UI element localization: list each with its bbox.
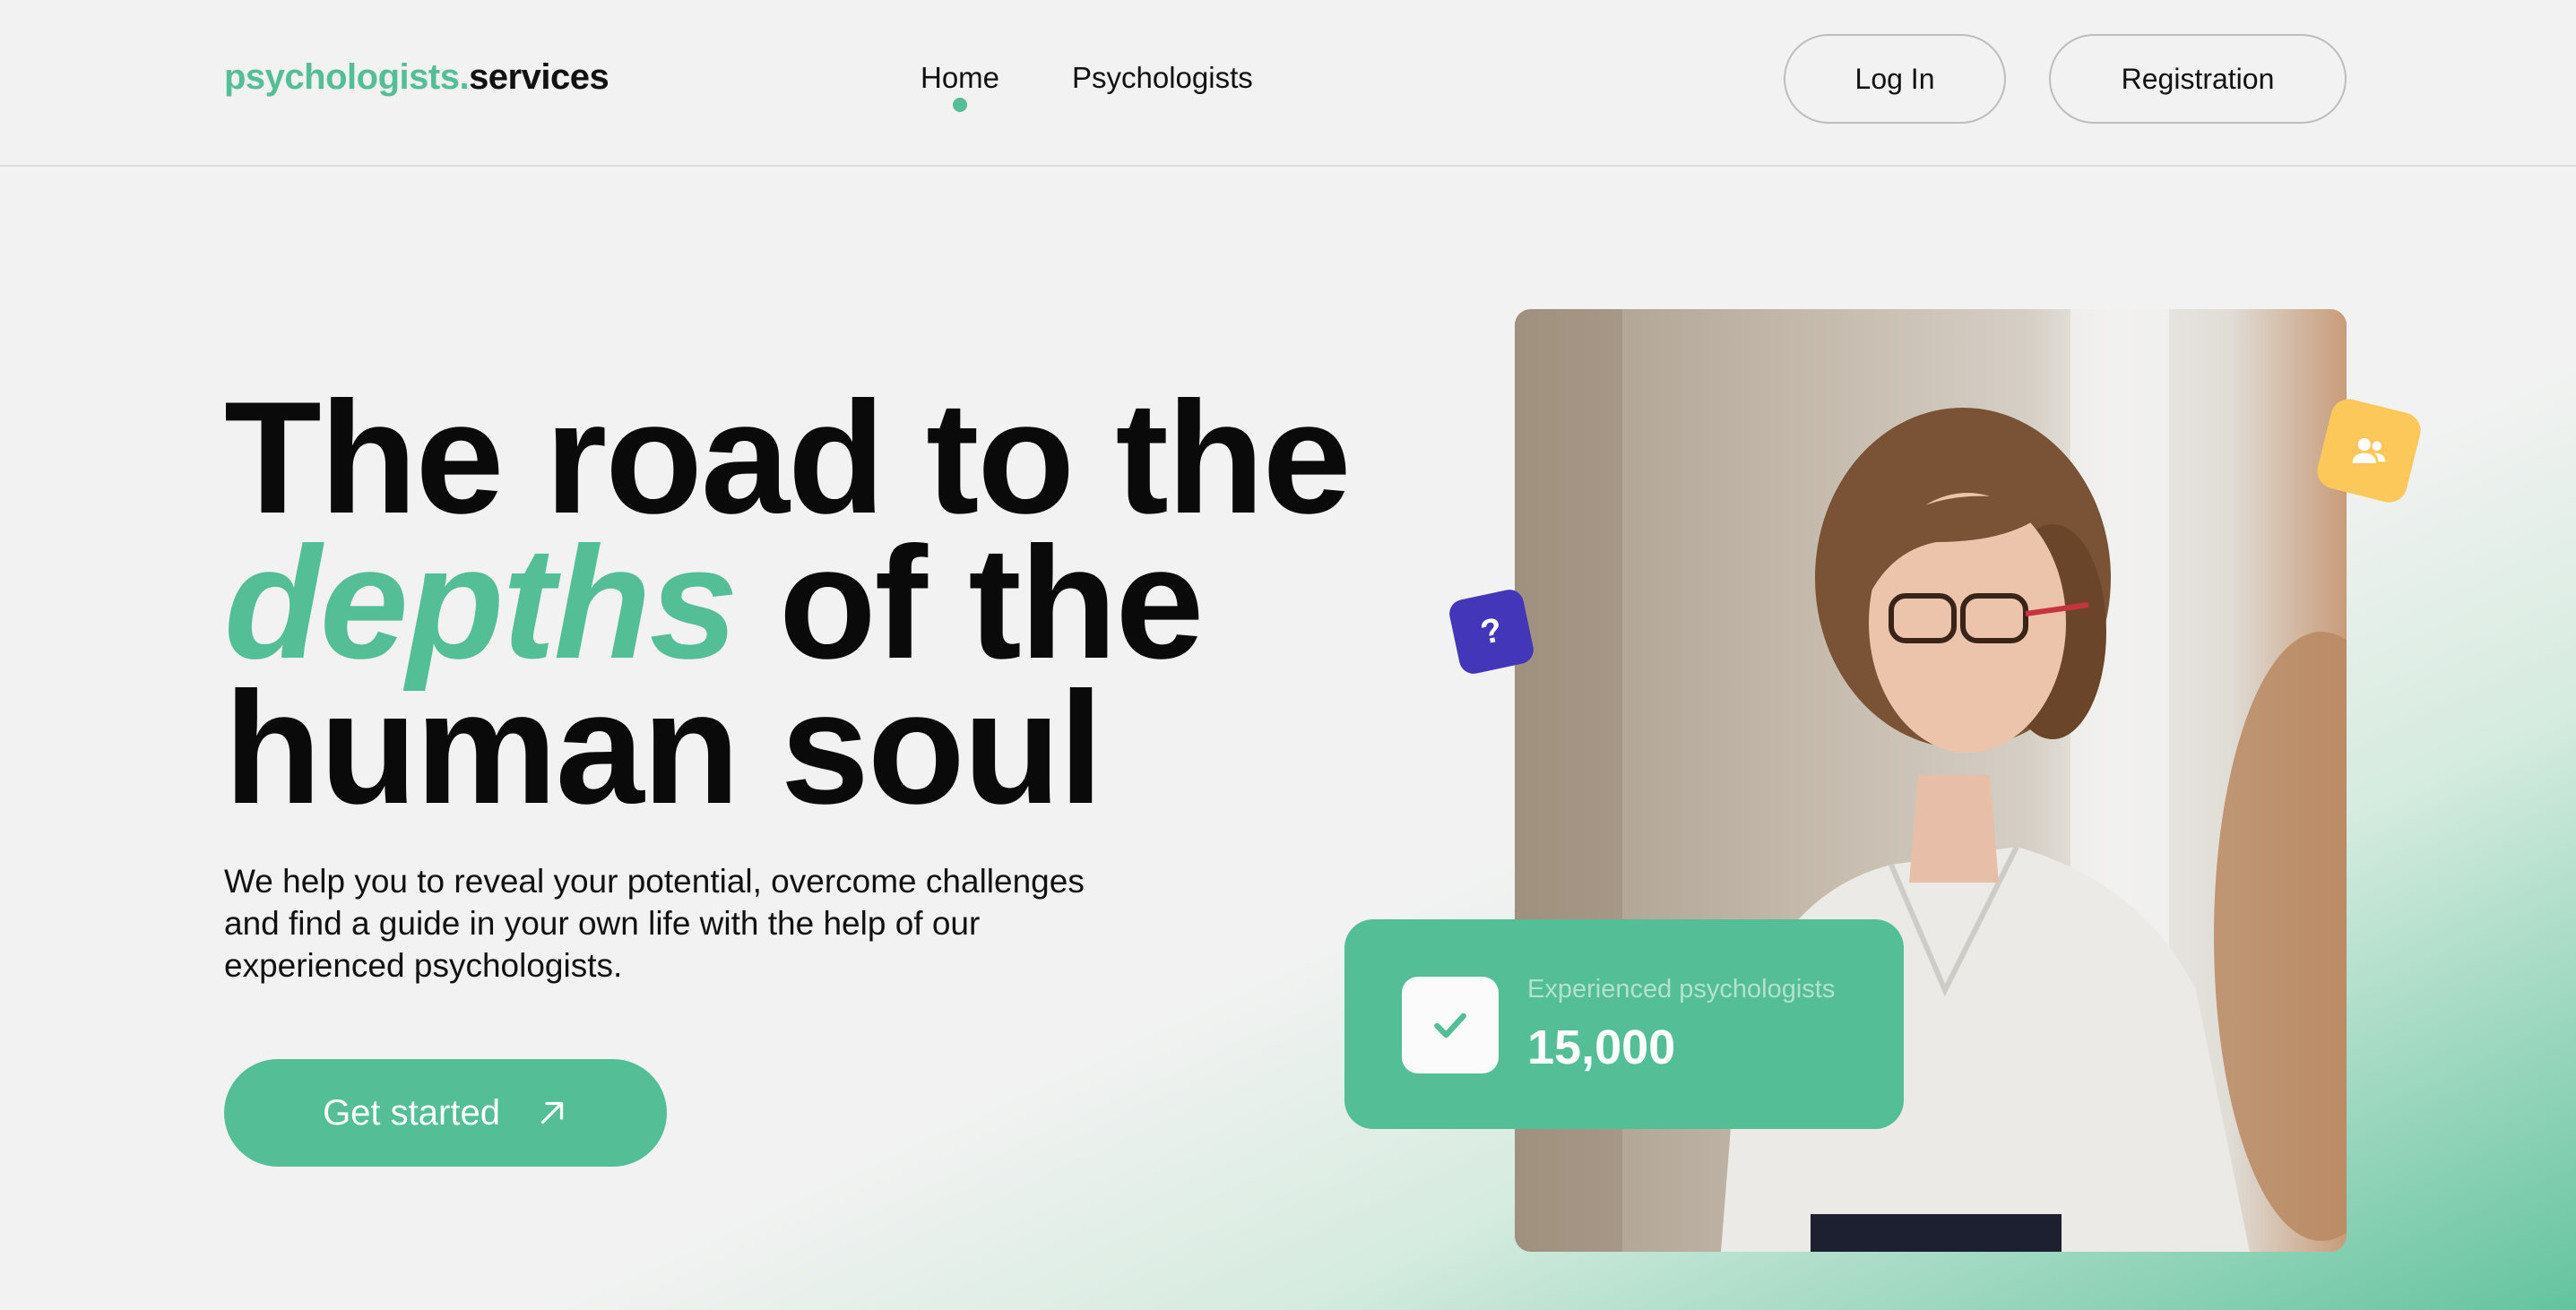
- hero-title-line-3: human soul: [224, 659, 1103, 837]
- site-header: psychologists.services Home Psychologist…: [0, 0, 2576, 167]
- question-icon: ?: [1447, 587, 1536, 677]
- stat-icon-box: [1402, 977, 1499, 1073]
- users-icon: [2352, 438, 2386, 463]
- stat-label: Experienced psychologists: [1527, 975, 1836, 1004]
- hero-title-line-1: The road to the: [224, 368, 1352, 547]
- logo[interactable]: psychologists.services: [224, 57, 609, 98]
- logo-rest: services: [469, 57, 609, 97]
- get-started-label: Get started: [323, 1092, 500, 1133]
- arrow-up-right-icon: [540, 1101, 564, 1125]
- check-icon: [1434, 1013, 1466, 1039]
- question-mark: ?: [1477, 610, 1506, 652]
- logo-accent: psychologists.: [224, 57, 470, 97]
- hero-title-line-2: depths of the: [224, 523, 1350, 683]
- nav-psychologists[interactable]: Psychologists: [1072, 61, 1253, 95]
- nav-home[interactable]: Home: [921, 61, 999, 95]
- get-started-button[interactable]: Get started: [224, 1059, 667, 1167]
- active-nav-indicator: [953, 98, 967, 112]
- hero-title: The road to the depths of the human soul: [224, 368, 1352, 837]
- login-button[interactable]: Log In: [1784, 34, 2006, 124]
- stat-card: Experienced psychologists 15,000: [1344, 919, 1904, 1129]
- stat-value: 15,000: [1527, 1021, 1676, 1074]
- hero-subtitle: We help you to reveal your potential, ov…: [224, 863, 1085, 984]
- registration-button[interactable]: Registration: [2049, 34, 2347, 124]
